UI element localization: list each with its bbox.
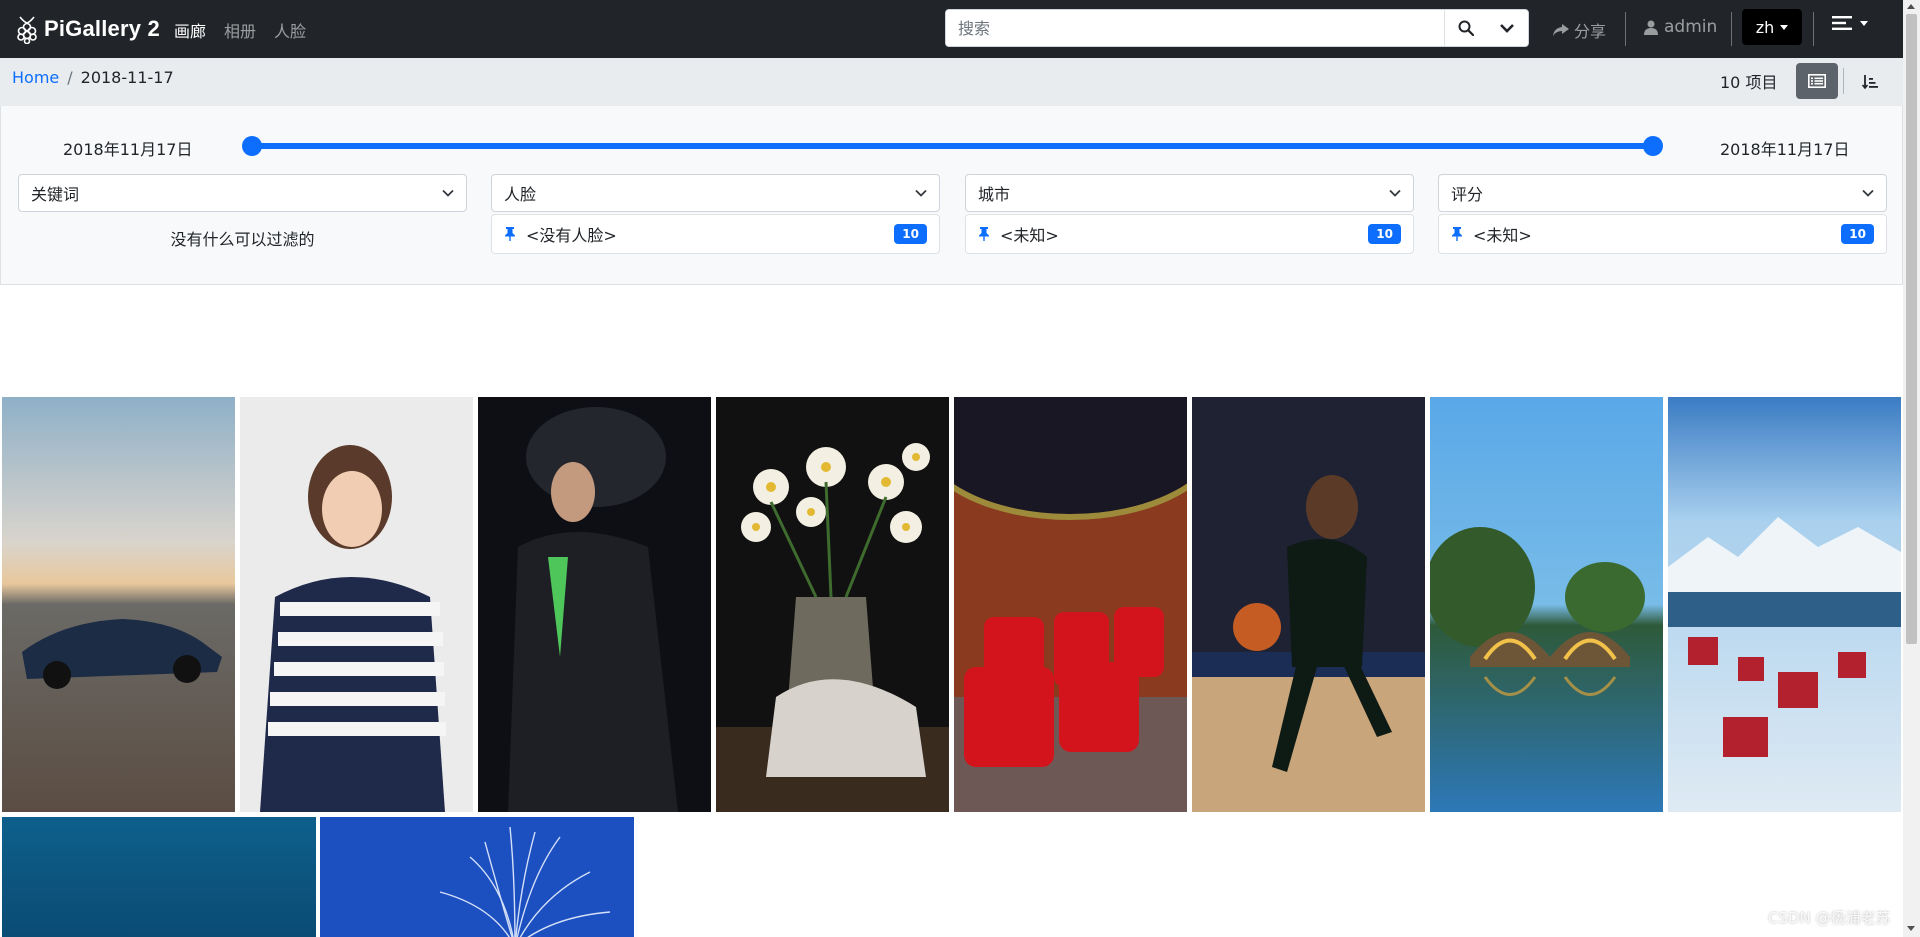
filter-option[interactable]: <未知> 10 [1438, 214, 1887, 254]
chevron-down-icon [442, 189, 454, 197]
chevron-down-icon [1500, 24, 1514, 33]
list-icon [1808, 74, 1826, 88]
filter-column-cities: 城市 <未知> 10 [965, 174, 1414, 254]
scroll-down-arrow-icon[interactable] [1907, 926, 1915, 931]
user-menu[interactable]: admin [1644, 17, 1717, 37]
count-badge: 10 [1368, 224, 1401, 244]
faces-filter-select[interactable]: 人脸 [491, 174, 940, 212]
search-group [945, 9, 1529, 47]
chevron-down-icon [1862, 189, 1874, 197]
caret-down-icon [1860, 20, 1868, 26]
chevron-down-icon [1389, 189, 1401, 197]
scrollbar-thumb[interactable] [1906, 14, 1917, 644]
app-name: PiGallery 2 [44, 16, 160, 41]
filter-option-label: <未知> [1473, 226, 1532, 245]
count-badge: 10 [894, 224, 927, 244]
empty-filter-message: 没有什么可以过滤的 [170, 230, 315, 249]
username: admin [1664, 17, 1718, 37]
date-range-end: 2018年11月17日 [1720, 140, 1850, 159]
filter-option[interactable]: <没有人脸> 10 [491, 214, 940, 254]
nav-gallery[interactable]: 画廊 [174, 18, 206, 42]
divider [1731, 12, 1732, 46]
nav-faces[interactable]: 人脸 [274, 18, 306, 42]
filter-column-faces: 人脸 <没有人脸> 10 [491, 174, 940, 254]
share-label: 分享 [1574, 22, 1607, 41]
caret-down-icon [1780, 24, 1789, 30]
rating-filter-select[interactable]: 评分 [1438, 174, 1887, 212]
divider [1813, 12, 1814, 46]
pin-icon [505, 227, 515, 241]
select-label: 人脸 [504, 185, 537, 204]
select-label: 关键词 [31, 185, 80, 204]
share-icon [1553, 24, 1569, 36]
breadcrumb: Home / 2018-11-17 [12, 68, 174, 87]
filter-option-label: <未知> [1000, 226, 1059, 245]
brand[interactable]: PiGallery 2 [14, 14, 160, 44]
advanced-search-toggle[interactable] [1486, 10, 1528, 46]
watermark: CSDN @杨浦老苏 [1768, 909, 1891, 927]
photo-car[interactable] [2, 397, 235, 812]
search-button[interactable] [1444, 10, 1486, 46]
date-range-slider[interactable] [251, 143, 1653, 149]
settings-menu-button[interactable] [1832, 15, 1868, 31]
photo-daffodils-in-vase[interactable] [716, 397, 949, 812]
chevron-down-icon [915, 189, 927, 197]
photo-home-theater[interactable] [954, 397, 1187, 812]
slider-handle-start[interactable] [242, 136, 262, 156]
select-label: 评分 [1451, 185, 1484, 204]
keywords-filter-select[interactable]: 关键词 [18, 174, 467, 212]
photo-fireworks[interactable] [320, 817, 634, 937]
photo-snowy-village[interactable] [1668, 397, 1901, 812]
scroll-up-arrow-icon[interactable] [1907, 4, 1915, 9]
filter-option[interactable]: <未知> 10 [965, 214, 1414, 254]
slider-handle-end[interactable] [1643, 136, 1663, 156]
breadcrumb-bar: Home / 2018-11-17 10 项目 [0, 58, 1903, 106]
share-button[interactable]: 分享 [1552, 18, 1606, 42]
navbar: PiGallery 2 画廊 相册 人脸 分享 admin [0, 0, 1903, 58]
date-range-start: 2018年11月17日 [63, 140, 193, 159]
photo-lit-bridge-reflection[interactable] [1430, 397, 1663, 812]
divider [1843, 68, 1844, 94]
list-view-toggle[interactable] [1796, 63, 1838, 99]
city-filter-select[interactable]: 城市 [965, 174, 1414, 212]
select-label: 城市 [978, 185, 1011, 204]
divider [1625, 12, 1626, 46]
pin-icon [1452, 227, 1462, 241]
menu-icon [1832, 16, 1852, 30]
breadcrumb-separator: / [67, 68, 73, 87]
photo-basketball-player[interactable] [1192, 397, 1425, 812]
filter-panel: 2018年11月17日 2018年11月17日 关键词 没有什么可以过滤的 人脸… [0, 106, 1903, 285]
items-count: 10 项目 [1720, 73, 1778, 92]
filter-column-keywords: 关键词 没有什么可以过滤的 [18, 174, 467, 250]
photo-woman-striped-sweater[interactable] [240, 397, 473, 812]
sort-icon [1862, 75, 1878, 90]
sort-button[interactable] [1855, 67, 1885, 97]
language-selector[interactable]: zh [1742, 9, 1802, 45]
count-badge: 10 [1841, 224, 1874, 244]
filter-option-label: <没有人脸> [526, 226, 617, 245]
language-label: zh [1755, 17, 1775, 37]
user-icon [1644, 20, 1658, 35]
breadcrumb-home[interactable]: Home [12, 68, 59, 87]
main-nav: 画廊 相册 人脸 [174, 18, 306, 42]
photo-blue-ocean[interactable] [2, 817, 316, 937]
search-input[interactable] [946, 10, 1444, 46]
search-icon [1458, 20, 1474, 36]
nav-albums[interactable]: 相册 [224, 18, 256, 42]
pin-icon [979, 227, 989, 241]
photo-man-in-rain-jacket[interactable] [478, 397, 711, 812]
filter-column-rating: 评分 <未知> 10 [1438, 174, 1887, 254]
raspberry-logo-icon [17, 16, 37, 44]
breadcrumb-current: 2018-11-17 [80, 68, 174, 87]
